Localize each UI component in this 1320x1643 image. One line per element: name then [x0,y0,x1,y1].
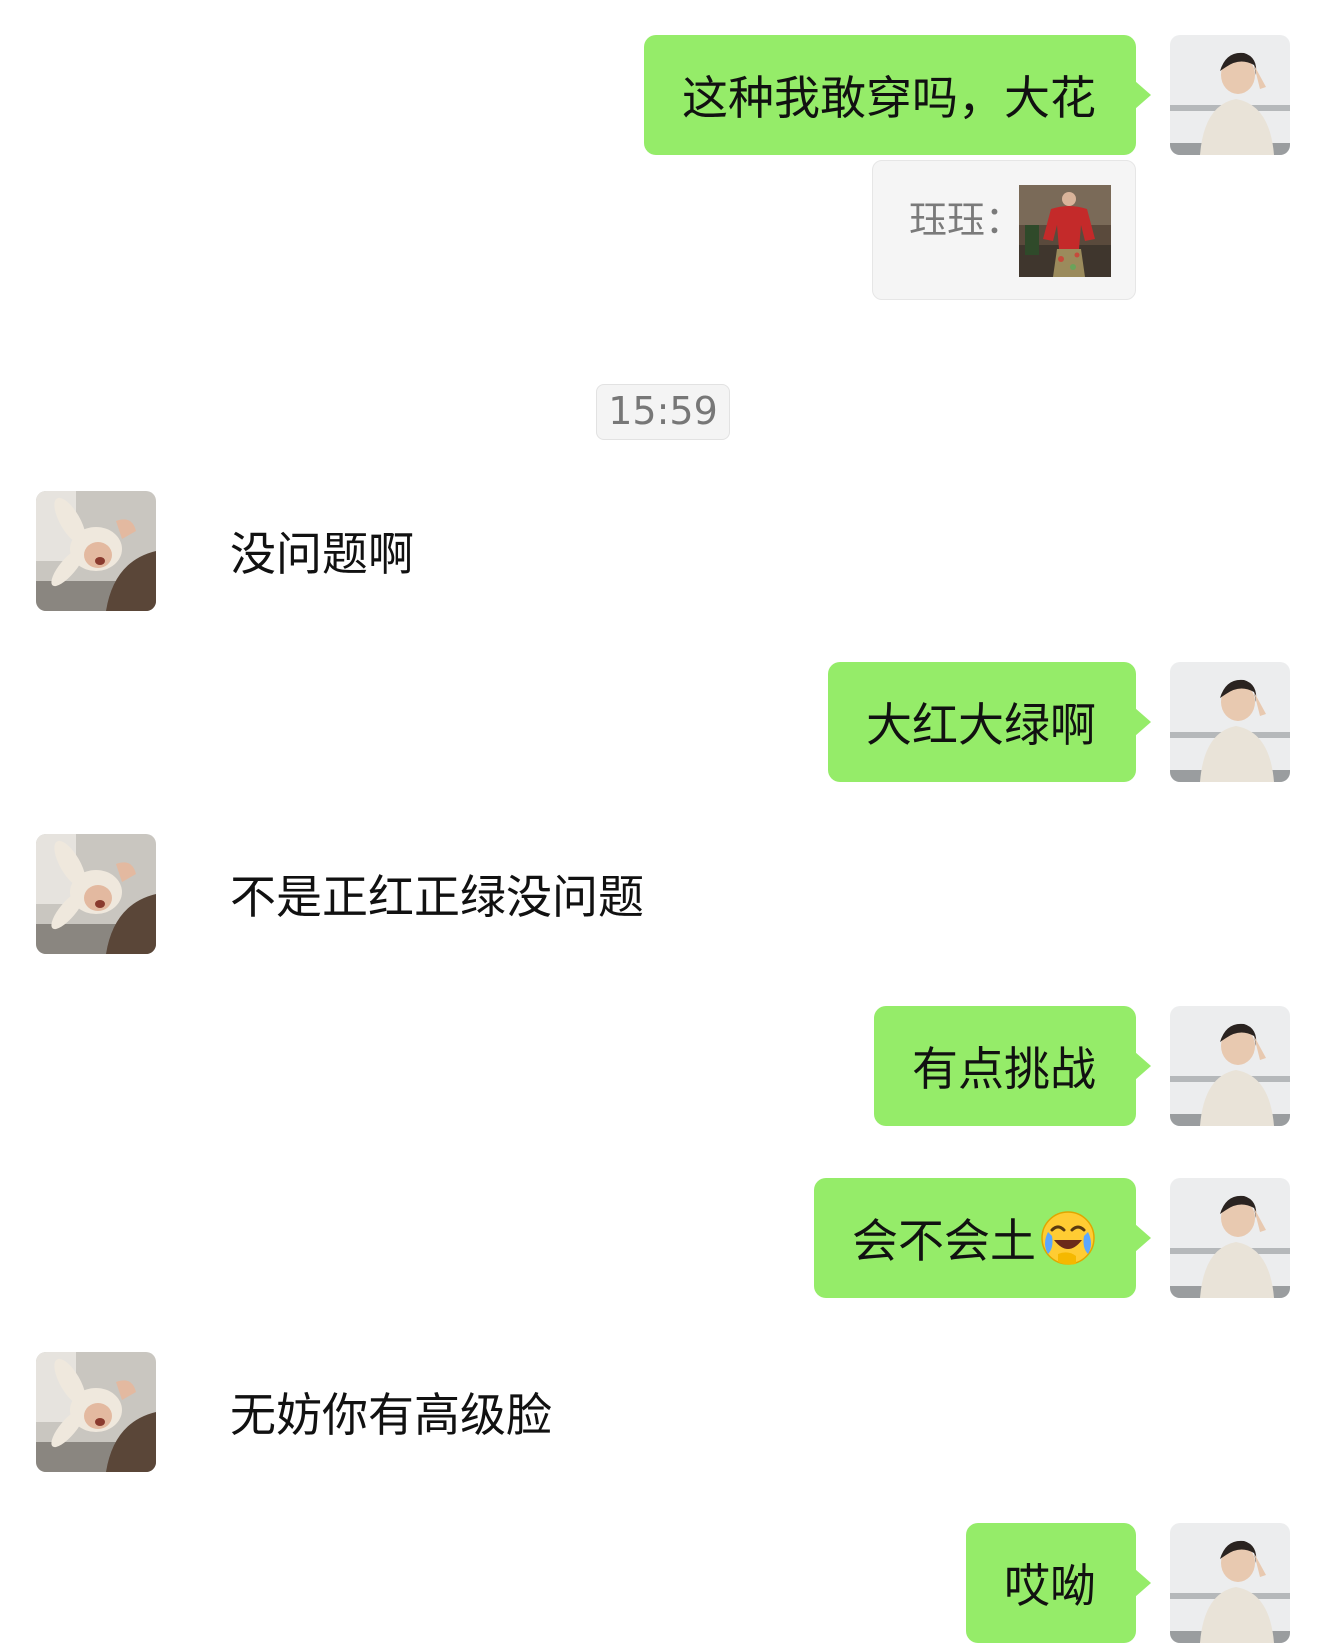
message-text: 有点挑战 [912,1042,1096,1096]
avatar-bunny-hat-photo-icon [36,491,156,611]
contact-message-bubble[interactable]: 无妨你有高级脸 [175,1352,592,1472]
message-text: 不是正红正绿没问题 [230,870,644,924]
message-row: 不是正红正绿没问题 [0,834,1320,954]
chat-area: 这种我敢穿吗，大花 珏珏： 15:59 没问题啊 大红大绿啊 不是正红正绿没问题… [0,0,1320,1643]
message-row: 会不会土 [0,1178,1320,1298]
message-row: 珏珏： [0,160,1320,300]
message-row: 有点挑战 [0,1006,1320,1126]
my-message-bubble[interactable]: 哎呦 [966,1523,1151,1643]
avatar-man-photo-icon [1170,1178,1290,1298]
contact-avatar[interactable] [36,1352,156,1472]
contact-avatar[interactable] [36,491,156,611]
contact-avatar[interactable] [36,834,156,954]
message-row: 无妨你有高级脸 [0,1352,1320,1472]
contact-message-bubble[interactable]: 没问题啊 [175,491,454,611]
my-avatar[interactable] [1170,1523,1290,1643]
avatar-man-photo-icon [1170,35,1290,155]
quote-sender-name: 珏珏： [909,198,1024,242]
photo-thumbnail-icon[interactable] [1019,185,1111,277]
my-message-bubble[interactable]: 这种我敢穿吗，大花 [644,35,1151,155]
message-text: 没问题啊 [230,527,414,581]
message-row: 这种我敢穿吗，大花 [0,35,1320,155]
avatar-man-photo-icon [1170,1006,1290,1126]
message-row: 没问题啊 [0,491,1320,611]
avatar-man-photo-icon [1170,1523,1290,1643]
my-avatar[interactable] [1170,1006,1290,1126]
laughing-crying-emoji-icon [1040,1210,1096,1266]
my-message-bubble[interactable]: 有点挑战 [874,1006,1151,1126]
avatar-man-photo-icon [1170,662,1290,782]
message-text: 会不会土 [852,1214,1036,1268]
quoted-message[interactable]: 珏珏： [872,160,1136,300]
my-avatar[interactable] [1170,1178,1290,1298]
avatar-bunny-hat-photo-icon [36,834,156,954]
my-avatar[interactable] [1170,662,1290,782]
my-message-bubble[interactable]: 大红大绿啊 [828,662,1151,782]
message-text: 哎呦 [1004,1559,1096,1613]
avatar-bunny-hat-photo-icon [36,1352,156,1472]
my-avatar[interactable] [1170,35,1290,155]
message-text: 大红大绿啊 [866,698,1096,752]
message-text: 这种我敢穿吗，大花 [682,71,1096,125]
contact-message-bubble[interactable]: 不是正红正绿没问题 [175,834,684,954]
my-message-bubble[interactable]: 会不会土 [814,1178,1151,1298]
message-row: 哎呦 [0,1523,1320,1643]
message-text: 无妨你有高级脸 [230,1388,552,1442]
message-row: 大红大绿啊 [0,662,1320,782]
timestamp: 15:59 [596,384,730,440]
